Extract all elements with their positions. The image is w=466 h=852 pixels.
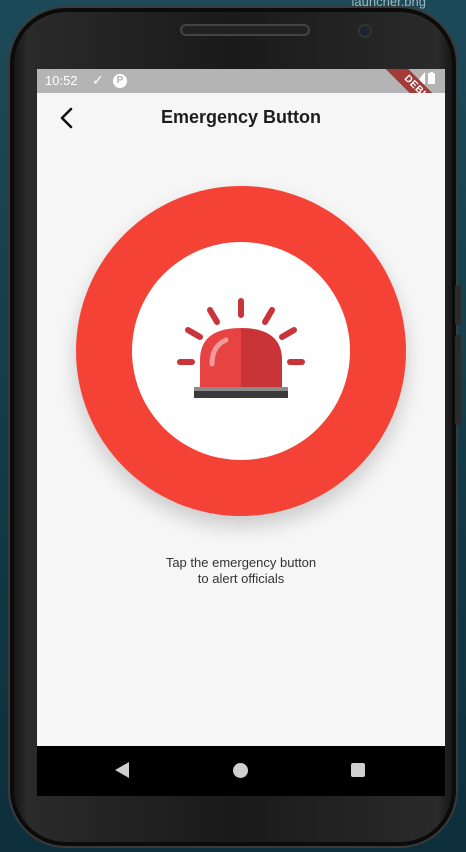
power-button[interactable] — [455, 335, 461, 425]
phone-camera — [358, 24, 372, 38]
app-bar: Emergency Button — [37, 93, 445, 145]
system-nav-bar — [37, 746, 445, 796]
battery-icon — [428, 72, 435, 84]
status-bar: 10:52 ✓ P DEBUG — [37, 69, 445, 140]
nav-back-icon[interactable] — [115, 762, 129, 778]
volume-up-button[interactable] — [455, 285, 461, 325]
phone-speaker — [180, 24, 310, 36]
status-time: 10:52 — [45, 73, 78, 88]
nav-recents-icon[interactable] — [351, 763, 365, 777]
nav-home-icon[interactable] — [233, 763, 248, 778]
app-screen: 10:52 ✓ P DEBUG Emergency Button Tap the… — [37, 69, 445, 746]
instruction-line-2: to alert officials — [197, 571, 285, 586]
emergency-button-inner — [132, 242, 350, 460]
p-notification-icon: P — [113, 74, 127, 88]
instruction-text: Tap the emergency button to alert offici… — [37, 555, 445, 587]
siren-icon — [177, 298, 305, 398]
page-title: Emergency Button — [160, 107, 322, 127]
download-done-icon: ✓ — [92, 72, 104, 88]
emergency-button[interactable] — [76, 186, 406, 516]
instruction-line-1: Tap the emergency button — [165, 555, 317, 570]
